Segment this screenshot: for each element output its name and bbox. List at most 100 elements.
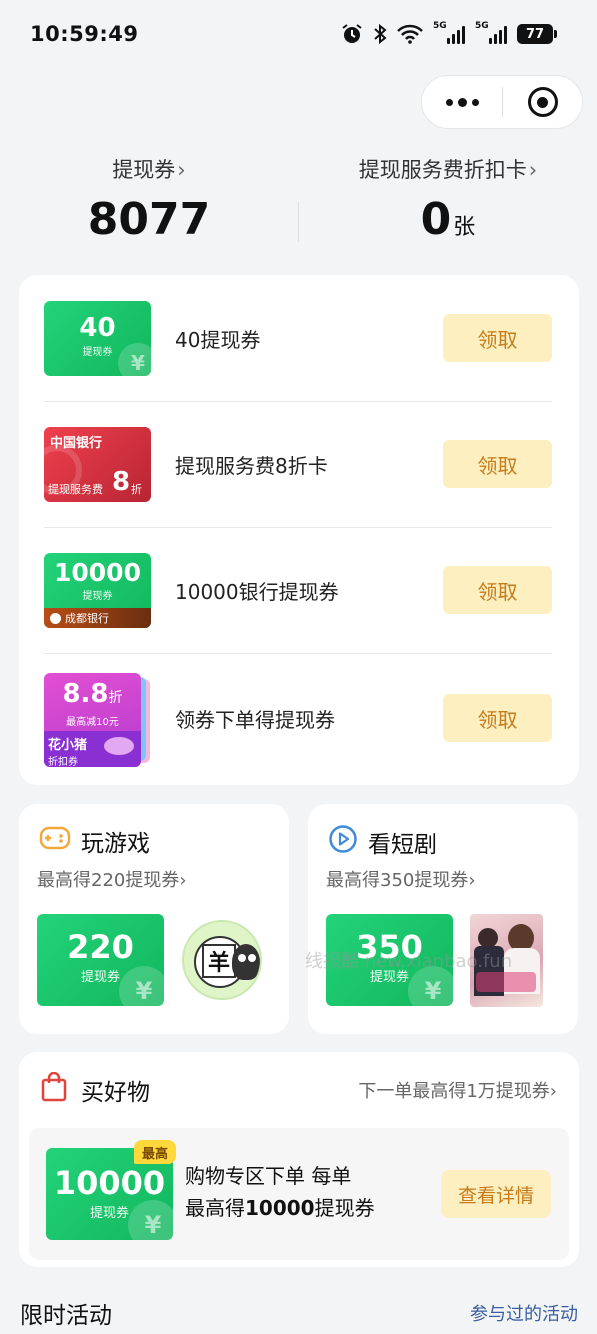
- gamepad-icon: [39, 825, 71, 857]
- bank-coupon-thumb-value: 10000: [54, 558, 141, 587]
- bluetooth-icon: [373, 22, 387, 46]
- coupon-name: 40提现券: [175, 328, 261, 352]
- boc-discount-number: 8: [112, 467, 131, 497]
- coupon-name: 提现服务费8折卡: [175, 454, 328, 478]
- boc-discount-card-thumbnail: 中国银行 提现服务费 8 折: [44, 427, 151, 502]
- vouchers-label-text: 提现券: [112, 158, 176, 182]
- signal-icon: 5G: [433, 21, 465, 44]
- sheep-eye-right: [248, 954, 256, 962]
- max-badge: 最高: [134, 1140, 177, 1164]
- boc-card-text: 提现服务费: [48, 483, 103, 496]
- watch-drama-title: 看短剧: [328, 824, 437, 860]
- watch-drama-card[interactable]: 看短剧 最高得350提现券› 350 提现券 ¥: [308, 804, 578, 1034]
- chengdu-bank-strip: 成都银行: [44, 608, 151, 628]
- claim-button[interactable]: 领取: [443, 314, 552, 362]
- shopping-desc-line2: 最高得10000提现券: [185, 1192, 375, 1224]
- discount-card-value: 0张: [299, 190, 597, 258]
- alarm-icon: [341, 22, 363, 46]
- coupon-name: 10000银行提现券: [175, 580, 339, 604]
- claim-button[interactable]: 领取: [443, 440, 552, 488]
- shopping-title-text: 买好物: [81, 1080, 150, 1106]
- signal-icon-2: 5G: [475, 21, 507, 44]
- huaxiaozhu-discount-value: 8.8: [62, 679, 109, 709]
- play-game-subtitle-text: 最高得220提现券: [37, 870, 180, 891]
- wifi-icon: [397, 22, 423, 46]
- target-icon: [527, 87, 558, 117]
- discount-card-label[interactable]: 提现服务费折扣卡›: [299, 150, 597, 190]
- joined-activities-link[interactable]: 参与过的活动: [470, 1300, 578, 1326]
- chevron-right-icon: ›: [549, 1081, 557, 1102]
- game-220-voucher-thumbnail: 220 提现券 ¥: [37, 914, 164, 1006]
- coupon-list-card: 40 提现券 ¥ 40提现券 领取 中国银行 提现服务费 8 折 提现服务费8折…: [19, 275, 579, 785]
- shopping-more-link[interactable]: 下一单最高得1万提现券›: [358, 1077, 557, 1103]
- coupon-40-thumbnail: 40 提现券 ¥: [44, 301, 151, 376]
- chengdu-bank-name: 成都银行: [65, 612, 109, 625]
- status-bar: 10:59:49 5G 5G 77: [0, 0, 597, 70]
- huaxiaozhu-brand-sub: 折扣券: [48, 757, 78, 767]
- play-game-card[interactable]: 玩游戏 最高得220提现券› 220 提现券 ¥ 羊: [19, 804, 289, 1034]
- watch-drama-subtitle-text: 最高得350提现券: [326, 870, 469, 891]
- more-options-button[interactable]: [422, 76, 502, 128]
- coupon-row-10000-bank: 10000 提现券 成都银行 10000银行提现券 领取: [44, 527, 552, 654]
- game-voucher-value: 220: [67, 928, 134, 966]
- summary-section: 提现券› 8077 提现服务费折扣卡› 0张: [0, 150, 597, 260]
- huaxiaozhu-coupon-front: 8.8折 最高减10元 花小猪 折扣券: [44, 673, 141, 767]
- signal-tag: 5G: [433, 21, 447, 31]
- battery-icon: 77: [517, 24, 557, 44]
- play-game-title-text: 玩游戏: [81, 831, 150, 857]
- coupon-row-order-coupon: 8.8折 最高减10元 花小猪 折扣券 领券下单得提现券 领取: [44, 655, 552, 782]
- claim-button[interactable]: 领取: [443, 566, 552, 614]
- shopping-desc-amount: 10000: [245, 1196, 315, 1220]
- sheep-character: 羊: [202, 944, 236, 978]
- play-game-title: 玩游戏: [39, 824, 150, 858]
- play-circle-icon: [328, 824, 358, 860]
- vouchers-summary[interactable]: 提现券› 8077: [0, 150, 298, 250]
- bank-10000-coupon-thumbnail: 10000 提现券 成都银行: [44, 553, 151, 628]
- shopping-voucher-value: 10000: [53, 1164, 166, 1202]
- coupon-row-40: 40 提现券 ¥ 40提现券 领取: [44, 275, 552, 402]
- sheep-game-icon[interactable]: 羊: [182, 920, 262, 1000]
- vouchers-value: 8077: [87, 194, 211, 245]
- play-game-subtitle[interactable]: 最高得220提现券›: [37, 866, 187, 892]
- limited-activity-title: 限时活动: [20, 1303, 112, 1329]
- miniprogram-capsule: [421, 75, 583, 129]
- shopping-desc-line1: 购物专区下单 每单: [185, 1164, 352, 1188]
- status-icons: 5G 5G 77: [341, 21, 557, 46]
- shopping-card: 买好物 下一单最高得1万提现券› 10000 提现券 ¥ 最高 购物专区下单 每…: [19, 1052, 579, 1267]
- huaxiaozhu-limit: 最高减10元: [66, 717, 119, 728]
- watermark-text: 线报酷 new.xianbao.fun: [305, 951, 513, 972]
- boc-discount-unit: 折: [131, 483, 142, 496]
- shopping-title: 买好物: [41, 1071, 150, 1108]
- discount-card-summary[interactable]: 提现服务费折扣卡› 0张: [299, 150, 597, 258]
- chevron-right-icon: ›: [179, 870, 187, 891]
- coupon-name: 领券下单得提现券: [175, 708, 335, 732]
- coupon-row-discount-card: 中国银行 提现服务费 8 折 提现服务费8折卡 领取: [44, 401, 552, 528]
- poster-title-band: [476, 972, 536, 992]
- shopping-more-link-text: 下一单最高得1万提现券: [358, 1081, 550, 1102]
- yen-icon: ¥: [119, 966, 164, 1006]
- chengdu-bank-logo-icon: [50, 612, 61, 624]
- vouchers-label[interactable]: 提现券›: [0, 150, 298, 190]
- yen-icon: ¥: [128, 1200, 173, 1240]
- chevron-right-icon: ›: [468, 870, 476, 891]
- discount-card-label-text: 提现服务费折扣卡: [358, 158, 527, 182]
- chevron-right-icon: ›: [177, 158, 186, 182]
- huaxiaozhu-discount-unit: 折: [108, 690, 123, 706]
- claim-button[interactable]: 领取: [443, 694, 552, 742]
- poster-figure-head: [478, 928, 498, 948]
- status-time: 10:59:49: [30, 22, 139, 46]
- yen-icon: ¥: [118, 343, 151, 376]
- huaxiaozhu-brand-strip: 花小猪 折扣券: [44, 731, 141, 767]
- view-details-button[interactable]: 查看详情: [441, 1170, 551, 1218]
- sheep-head: [232, 944, 260, 980]
- huaxiaozhu-discount: 8.8折: [44, 679, 141, 709]
- chevron-right-icon: ›: [528, 158, 538, 182]
- watch-drama-subtitle[interactable]: 最高得350提现券›: [326, 866, 476, 892]
- close-miniprogram-button[interactable]: [503, 87, 582, 117]
- signal-tag-2: 5G: [475, 21, 489, 31]
- watch-drama-title-text: 看短剧: [368, 832, 437, 858]
- discount-card-unit: 张: [453, 215, 476, 240]
- battery-level: 77: [517, 24, 553, 44]
- pig-icon: [104, 737, 134, 755]
- row-divider: [44, 653, 552, 654]
